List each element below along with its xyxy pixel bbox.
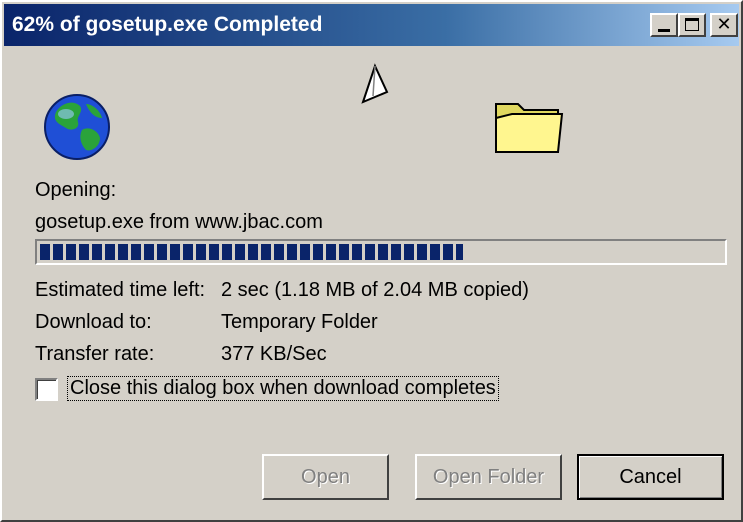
opening-label: Opening:: [35, 179, 117, 201]
maximize-button[interactable]: [678, 13, 706, 37]
minimize-icon: [658, 29, 670, 32]
download-to-label: Download to:: [35, 311, 152, 333]
folder-icon: [495, 103, 564, 153]
file-source-text: gosetup.exe from www.jbac.com: [35, 211, 323, 233]
minimize-button[interactable]: [650, 13, 678, 37]
cancel-button[interactable]: Cancel: [577, 454, 724, 500]
open-button[interactable]: Open: [262, 454, 389, 500]
close-when-done-checkbox[interactable]: [35, 378, 58, 401]
time-left-label: Estimated time left:: [35, 279, 206, 301]
progress-fill: [40, 244, 463, 260]
open-folder-button[interactable]: Open Folder: [415, 454, 562, 500]
open-folder-button-label: Open Folder: [432, 465, 545, 488]
download-progress-bar: [35, 239, 727, 265]
close-when-done-label[interactable]: Close this dialog box when download comp…: [67, 376, 499, 401]
transfer-rate-value: 377 KB/Sec: [221, 343, 327, 365]
open-button-label: Open: [301, 465, 350, 488]
time-left-value: 2 sec (1.18 MB of 2.04 MB copied): [221, 279, 529, 301]
flying-paper-icon: [361, 63, 389, 104]
globe-icon: [44, 94, 110, 160]
close-button[interactable]: ✕: [710, 13, 738, 37]
cancel-button-label: Cancel: [619, 465, 682, 488]
download-to-value: Temporary Folder: [221, 311, 378, 333]
title-bar[interactable]: 62% of gosetup.exe Completed ✕: [4, 4, 739, 46]
maximize-icon: [685, 18, 699, 31]
window-title: 62% of gosetup.exe Completed: [12, 13, 323, 36]
close-icon: ✕: [716, 14, 732, 34]
transfer-rate-label: Transfer rate:: [35, 343, 155, 365]
download-dialog: 62% of gosetup.exe Completed ✕ Opening: …: [0, 0, 743, 522]
